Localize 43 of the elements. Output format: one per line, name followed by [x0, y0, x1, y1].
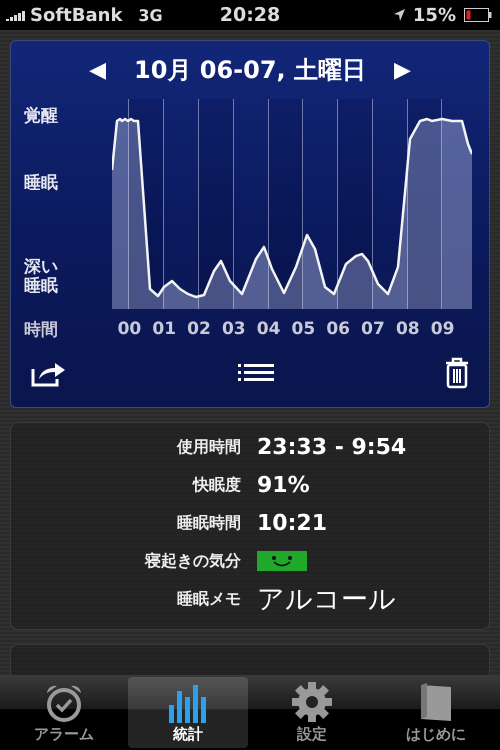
hour-label: 04	[256, 319, 282, 339]
trash-icon[interactable]	[445, 357, 469, 389]
hour-label: 09	[430, 319, 456, 339]
network-type: 3G	[138, 6, 163, 24]
hour-label: 06	[325, 319, 352, 339]
hour-label: 05	[290, 319, 316, 339]
carrier-name: SoftBank	[30, 4, 122, 26]
battery-icon	[464, 8, 492, 22]
gear-icon	[291, 681, 333, 723]
axis-label: 覚醒	[24, 107, 58, 126]
bar-chart-icon	[169, 683, 207, 723]
field-label: 睡眠メモ	[176, 588, 241, 610]
field-value: 10:21	[257, 510, 328, 536]
hour-label: 02	[186, 319, 212, 339]
field-label: 快眠度	[191, 474, 241, 496]
book-icon	[419, 683, 453, 723]
smiley-face-icon	[257, 551, 307, 571]
next-day-button[interactable]: ▶	[394, 58, 411, 82]
field-value: 23:33 - 9:54	[257, 434, 406, 460]
field-label: 使用時間	[176, 436, 241, 458]
hour-label: 00	[116, 319, 142, 339]
axis-label: 睡眠	[24, 174, 58, 192]
field-value: アルコール	[257, 583, 396, 617]
signal-icon	[6, 10, 26, 20]
tab[interactable]: 設定	[252, 677, 372, 748]
hour-label: 01	[151, 319, 178, 339]
field-value: 91%	[257, 472, 310, 498]
hour-label: 03	[220, 319, 247, 339]
date-title: 10月 06-07, 土曜日	[134, 55, 366, 86]
location-arrow-icon	[394, 9, 405, 21]
tab[interactable]: はじめに	[376, 677, 496, 748]
axis-label: 深い睡眠	[24, 258, 59, 296]
hour-label: 07	[360, 319, 386, 339]
tab[interactable]: アラーム	[4, 677, 124, 748]
field-label: 寝起きの気分	[144, 550, 241, 572]
field-label: 睡眠時間	[176, 512, 241, 534]
axis-title: 時間	[23, 318, 59, 340]
clock: 20:28	[220, 4, 280, 26]
list-icon[interactable]	[238, 362, 274, 384]
battery-percentage: 15%	[412, 4, 456, 26]
hour-label: 08	[394, 319, 421, 339]
previous-day-button[interactable]: ◀	[89, 58, 106, 82]
tab[interactable]: 統計	[128, 677, 248, 748]
